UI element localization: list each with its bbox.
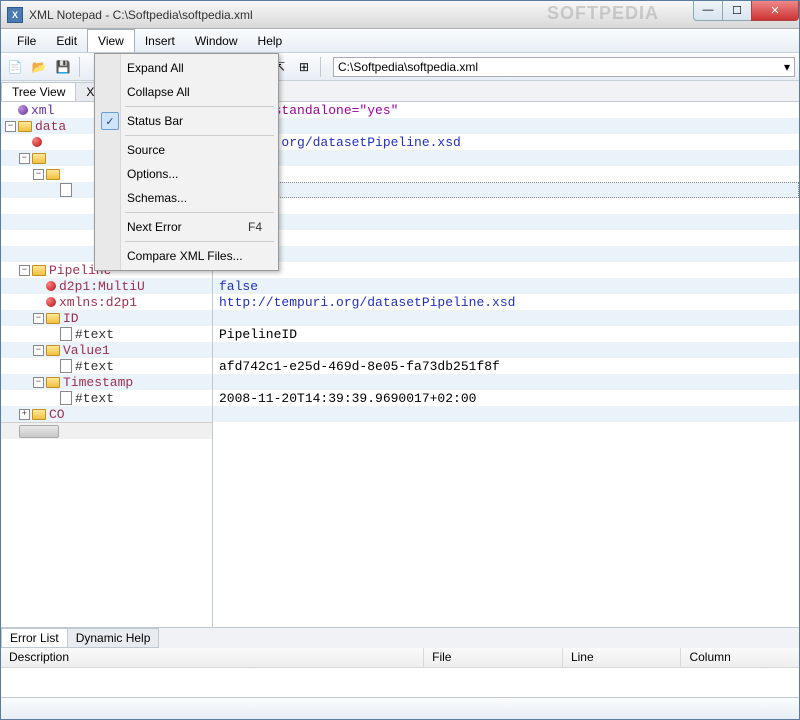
tab-errorlist[interactable]: Error List [1,628,68,648]
tab-treeview[interactable]: Tree View [1,82,76,101]
menu-compare-xml[interactable]: Compare XML Files... [97,244,276,268]
error-headers: Description File Line Column [1,648,799,668]
menu-insert[interactable]: Insert [135,29,185,52]
pi-icon [18,105,28,115]
folder-icon [46,345,60,356]
menu-window[interactable]: Window [185,29,248,52]
value-cell[interactable] [213,150,799,166]
folder-icon [46,377,60,388]
maximize-button[interactable]: ☐ [722,1,752,21]
col-column[interactable]: Column [681,648,799,667]
menu-status-bar[interactable]: ✓ Status Bar [97,109,276,133]
titlebar: X XML Notepad - C:\Softpedia\softpedia.x… [1,1,799,29]
folder-icon [32,153,46,164]
error-list-body [1,668,799,697]
value-cell[interactable]: ia [213,182,799,198]
col-description[interactable]: Description [1,648,424,667]
minimize-button[interactable]: — [693,1,723,21]
expand-icon[interactable]: − [19,265,30,276]
tree-node[interactable]: −Value1 [1,342,212,358]
value-pane[interactable]: ="1.0" standalone="yes" tempuri.org/datas… [213,102,799,627]
menu-collapse-all[interactable]: Collapse All [97,80,276,104]
value-cell[interactable] [213,214,799,230]
value-cell[interactable]: false [213,278,799,294]
expand-icon[interactable]: − [33,313,44,324]
menu-source[interactable]: Source [97,138,276,162]
value-cell[interactable] [213,374,799,390]
tree-node[interactable]: #text [1,358,212,374]
menu-schemas[interactable]: Schemas... [97,186,276,210]
menu-expand-all[interactable]: Expand All [97,56,276,80]
path-text: C:\Softpedia\softpedia.xml [338,60,478,74]
value-cell[interactable] [213,262,799,278]
folder-icon [46,169,60,180]
app-icon: X [7,7,23,23]
value-cell[interactable] [213,310,799,326]
tab-dynamichelp[interactable]: Dynamic Help [67,628,160,648]
expand-icon[interactable]: + [19,409,30,420]
error-pane: Error List Dynamic Help Description File… [1,627,799,697]
path-combo[interactable]: C:\Softpedia\softpedia.xml ▾ [333,57,795,77]
tree-node[interactable]: +CO [1,406,212,422]
tree-node[interactable]: −ID [1,310,212,326]
value-cell[interactable]: tempuri.org/datasetPipeline.xsd [213,134,799,150]
menu-help[interactable]: Help [248,29,293,52]
menubar: File Edit View Insert Window Help [1,29,799,53]
value-cell[interactable]: PipelineID [213,326,799,342]
close-button[interactable]: ✕ [751,1,799,21]
expand-icon[interactable]: − [5,121,16,132]
tree-node[interactable]: #text [1,326,212,342]
tree-h-scrollbar[interactable] [1,422,212,439]
folder-icon [46,313,60,324]
value-cell[interactable] [213,342,799,358]
view-menu-dropdown: Expand All Collapse All ✓ Status Bar Sou… [94,53,279,271]
watermark: SOFTPEDIA [547,3,659,24]
text-icon [60,327,72,341]
col-file[interactable]: File [424,648,563,667]
menu-options[interactable]: Options... [97,162,276,186]
value-cell[interactable] [213,118,799,134]
folder-icon [18,121,32,132]
value-cell[interactable] [213,246,799,262]
menu-view[interactable]: View [87,29,135,52]
expand-icon[interactable]: − [33,169,44,180]
tree-node[interactable]: −Timestamp [1,374,212,390]
open-button[interactable]: 📂 [29,57,49,77]
text-icon [60,183,72,197]
value-cell[interactable] [213,198,799,214]
folder-icon [32,265,46,276]
menu-next-error[interactable]: Next ErrorF4 [97,215,276,239]
folder-icon [32,409,46,420]
value-cell[interactable] [213,230,799,246]
value-cell[interactable] [213,406,799,422]
check-icon: ✓ [101,112,119,130]
save-button[interactable]: 💾 [53,57,73,77]
text-icon [60,359,72,373]
value-cell[interactable]: http://tempuri.org/datasetPipeline.xsd [213,294,799,310]
text-icon [60,391,72,405]
tree-node[interactable]: xmlns:d2p1 [1,294,212,310]
new-button[interactable]: 📄 [5,57,25,77]
value-cell[interactable] [213,166,799,182]
attribute-icon [46,297,56,307]
menu-edit[interactable]: Edit [46,29,87,52]
expand-icon[interactable]: − [33,377,44,388]
value-cell[interactable]: ="1.0" standalone="yes" [213,102,799,118]
expand-icon[interactable]: − [33,345,44,356]
toolbar-btn-b[interactable]: ⊞ [294,57,314,77]
tree-node[interactable]: #text [1,390,212,406]
expand-icon[interactable]: − [19,153,30,164]
menu-file[interactable]: File [7,29,46,52]
col-line[interactable]: Line [563,648,682,667]
tree-node[interactable]: d2p1:MultiU [1,278,212,294]
value-cell[interactable]: 2008-11-20T14:39:39.9690017+02:00 [213,390,799,406]
statusbar [1,697,799,719]
attribute-icon [32,137,42,147]
value-cell[interactable]: afd742c1-e25d-469d-8e05-fa73db251f8f [213,358,799,374]
attribute-icon [46,281,56,291]
chevron-down-icon[interactable]: ▾ [784,60,790,74]
